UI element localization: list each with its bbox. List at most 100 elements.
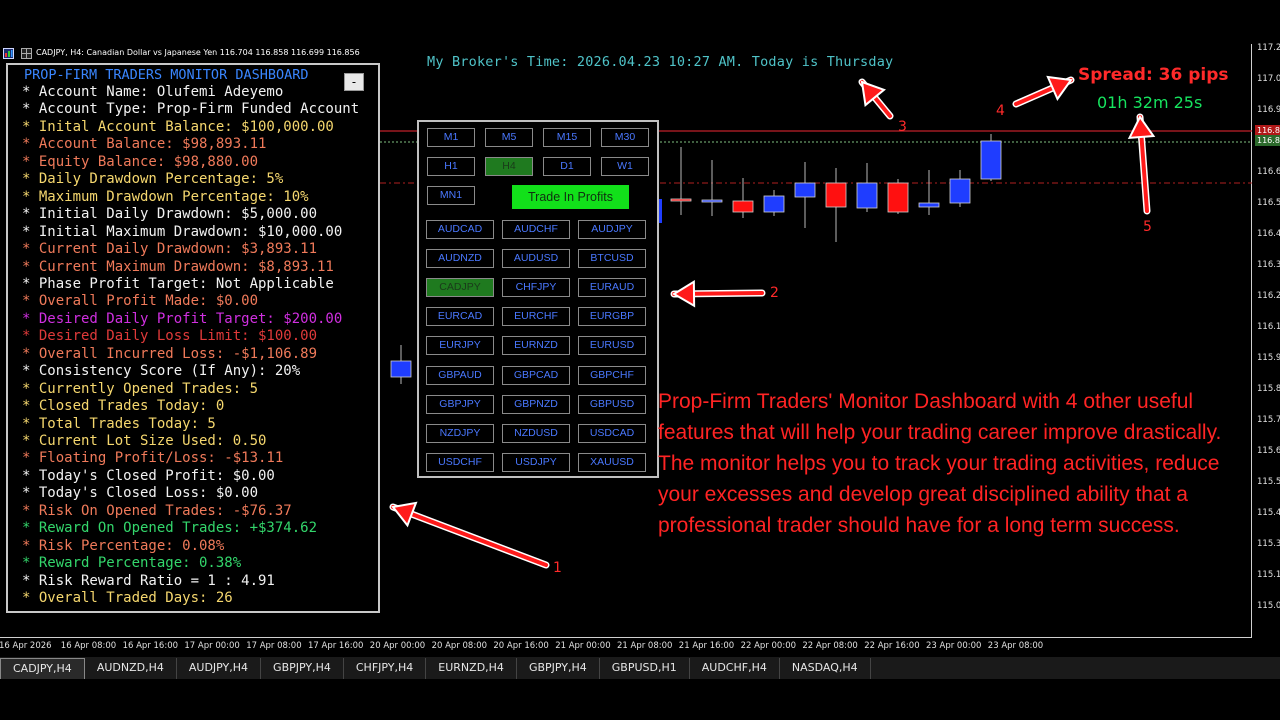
chart-tab[interactable]: GBPJPY,H4: [517, 658, 600, 679]
timeframe-button-m30[interactable]: M30: [601, 128, 649, 147]
symbol-button-gbpchf[interactable]: GBPCHF: [578, 365, 646, 385]
symbol-button-xauusd[interactable]: XAUUSD: [578, 452, 646, 472]
symbol-button-usdchf[interactable]: USDCHF: [426, 452, 494, 472]
spread-display: Spread: 36 pips: [1078, 65, 1229, 85]
symbol-button-euraud[interactable]: EURAUD: [578, 278, 646, 298]
symbol-button-eurjpy[interactable]: EURJPY: [426, 336, 494, 356]
dashboard-row: * Account Balance: $98,893.11: [22, 136, 267, 153]
symbol-button-btcusd[interactable]: BTCUSD: [578, 249, 646, 269]
symbol-button-audcad[interactable]: AUDCAD: [426, 220, 494, 239]
symbol-button-chfjpy[interactable]: CHFJPY: [502, 278, 570, 298]
time-tick: 16 Apr 16:00: [122, 641, 179, 651]
price-tick: 117.2: [1257, 43, 1280, 53]
time-tick: 23 Apr 00:00: [926, 641, 982, 651]
time-tick: 21 Apr 00:00: [555, 641, 611, 651]
symbol-button-audchf[interactable]: AUDCHF: [502, 220, 570, 239]
symbol-button-usdjpy[interactable]: USDJPY: [502, 452, 570, 472]
symbol-button-eurgbp[interactable]: EURGBP: [578, 307, 646, 327]
symbol-button-usdcad[interactable]: USDCAD: [578, 423, 646, 443]
dashboard-row: * Initial Daily Drawdown: $5,000.00: [22, 206, 318, 223]
symbol-button-nzdusd[interactable]: NZDUSD: [502, 423, 570, 443]
price-axis[interactable]: 117.2 117.0 116.9 116.8 116.6 116.5 116.4 116.3…: [1253, 43, 1280, 638]
symbol-button-eurnzd[interactable]: EURNZD: [502, 336, 570, 356]
dashboard-row: * Inital Account Balance: $100,000.00: [22, 118, 334, 135]
timeframe-button-m15[interactable]: M15: [543, 128, 591, 147]
symbol-button-audnzd[interactable]: AUDNZD: [426, 249, 494, 269]
symbol-button-eurcad[interactable]: EURCAD: [426, 307, 494, 327]
symbol-panel: Trade In Profits M1 M5 M15 M30 H1 H4 D1 W1 MN1 AU…: [417, 120, 659, 478]
timeframe-button-w1[interactable]: W1: [601, 157, 649, 176]
chart-tab[interactable]: GBPUSD,H1: [600, 658, 690, 679]
timeframe-button-m1[interactable]: M1: [427, 128, 475, 147]
time-tick: 17 Apr 08:00: [246, 641, 302, 651]
trade-in-profits-button[interactable]: Trade In Profits: [512, 185, 629, 209]
chart-tab[interactable]: GBPJPY,H4: [261, 658, 344, 679]
dashboard-row: * Maximum Drawdown Percentage: 10%: [22, 188, 309, 205]
time-tick: 21 Apr 16:00: [678, 641, 735, 651]
time-axis[interactable]: 16 Apr 2026 16 Apr 08:00 16 Apr 16:00 17 Ap…: [0, 638, 1252, 656]
price-tick: 116.6: [1257, 167, 1280, 177]
symbol-button-eurchf[interactable]: EURCHF: [502, 307, 570, 327]
symbol-button-gbpcad[interactable]: GBPCAD: [502, 365, 570, 385]
timeframe-button-mn1[interactable]: MN1: [427, 186, 475, 205]
time-tick: 20 Apr 16:00: [493, 641, 549, 651]
price-tick: 116.3: [1257, 260, 1280, 270]
symbol-button-eurusd[interactable]: EURUSD: [578, 336, 646, 356]
dashboard-row: * Equity Balance: $98,880.00: [22, 153, 259, 170]
symbol-button-gbpnzd[interactable]: GBPNZD: [502, 394, 570, 414]
annotation-4: 4: [996, 103, 1005, 119]
timeframe-button-m5[interactable]: M5: [485, 128, 533, 147]
symbol-button-audjpy[interactable]: AUDJPY: [578, 220, 646, 239]
dashboard-row: * Today's Closed Loss: $0.00: [22, 485, 259, 502]
dashboard-row: * Risk On Opened Trades: -$76.37: [22, 502, 292, 519]
dashboard-row: * Floating Profit/Loss: -$13.11: [22, 450, 284, 467]
dashboard-row: * Initial Maximum Drawdown: $10,000.00: [22, 223, 343, 240]
dashboard-row: * Desired Daily Loss Limit: $100.00: [22, 328, 318, 345]
time-tick: 20 Apr 00:00: [369, 641, 426, 651]
chart-tab[interactable]: NASDAQ,H4: [780, 658, 871, 679]
dashboard-row: * Risk Reward Ratio = 1 : 4.91: [22, 572, 275, 589]
chart-tab[interactable]: AUDJPY,H4: [177, 658, 262, 679]
dashboard-row: * Daily Drawdown Percentage: 5%: [22, 171, 284, 188]
symbol-button-gbpjpy[interactable]: GBPJPY: [426, 394, 494, 414]
timeframe-button-h1[interactable]: H1: [427, 157, 475, 176]
timeframe-button-d1[interactable]: D1: [543, 157, 591, 176]
minimize-button[interactable]: -: [344, 73, 364, 91]
dashboard-row: * Desired Daily Profit Target: $200.00: [22, 310, 343, 327]
symbol-button-cadjpy[interactable]: CADJPY: [426, 278, 494, 298]
price-tick: 117.0: [1257, 74, 1280, 84]
monitor-dashboard: PROP-FIRM TRADERS MONITOR DASHBOARD - * …: [6, 63, 380, 613]
dashboard-header: PROP-FIRM TRADERS MONITOR DASHBOARD: [24, 67, 309, 83]
price-tick: 116.4: [1257, 229, 1280, 239]
chart-tab[interactable]: CADJPY,H4: [0, 658, 85, 679]
chart-tab[interactable]: AUDCHF,H4: [690, 658, 780, 679]
symbol-button-gbpaud[interactable]: GBPAUD: [426, 365, 494, 385]
dashboard-row: * Currently Opened Trades: 5: [22, 380, 259, 397]
price-tick: 115.8: [1257, 384, 1280, 394]
symbol-button-audusd[interactable]: AUDUSD: [502, 249, 570, 269]
dashboard-row: * Total Trades Today: 5: [22, 415, 216, 432]
chart-grid-icon: [21, 47, 32, 59]
annotation-1: 1: [553, 560, 562, 576]
annotation-3: 3: [898, 119, 907, 135]
symbol-button-nzdjpy[interactable]: NZDJPY: [426, 423, 494, 443]
dashboard-row: * Overall Profit Made: $0.00: [22, 293, 259, 310]
dashboard-row: * Overall Incurred Loss: -$1,106.89: [22, 345, 318, 362]
timeframe-button-h4[interactable]: H4: [485, 157, 533, 176]
chart-tab[interactable]: EURNZD,H4: [426, 658, 517, 679]
price-tick: 116.2: [1257, 291, 1280, 301]
annotation-2: 2: [770, 285, 779, 301]
chart-tab[interactable]: AUDNZD,H4: [85, 658, 177, 679]
dashboard-row: * Current Maximum Drawdown: $8,893.11: [22, 258, 334, 275]
price-tick: 115.4: [1257, 508, 1280, 518]
price-tick: 116.9: [1257, 105, 1280, 115]
chart-tab[interactable]: CHFJPY,H4: [344, 658, 427, 679]
price-tick: 115.1: [1257, 570, 1280, 580]
dashboard-row: * Closed Trades Today: 0: [22, 398, 225, 415]
dashboard-row: * Account Name: Olufemi Adeyemo: [22, 84, 284, 100]
time-tick: 23 Apr 08:00: [987, 641, 1044, 651]
symbol-button-gbpusd[interactable]: GBPUSD: [578, 394, 646, 414]
dashboard-row: * Reward Percentage: 0.38%: [22, 555, 242, 572]
price-tick: 116.5: [1257, 198, 1280, 208]
dashboard-row: * Risk Percentage: 0.08%: [22, 537, 225, 554]
